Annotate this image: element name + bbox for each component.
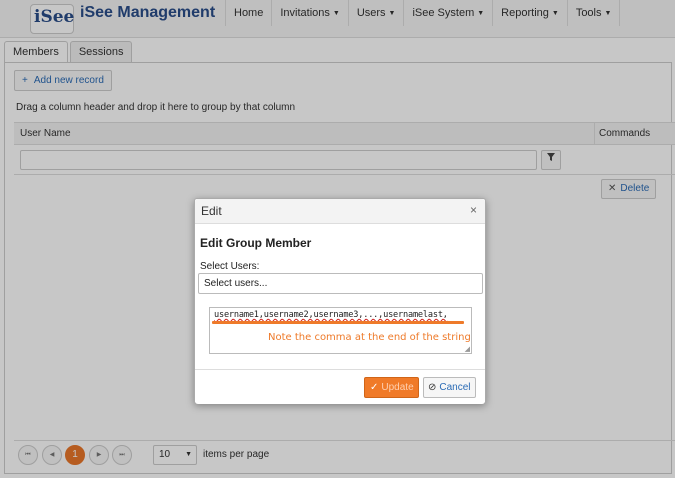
update-button[interactable]: ✓ Update bbox=[364, 377, 419, 398]
update-label: Update bbox=[381, 382, 414, 393]
annotation-note: Note the comma at the end of the string bbox=[268, 332, 471, 343]
close-icon[interactable]: × bbox=[470, 203, 477, 217]
dialog-titlebar[interactable]: Edit × bbox=[195, 199, 485, 224]
usernames-text: username1,username2,username3,...,userna… bbox=[214, 310, 448, 320]
select-users-label: Select Users: bbox=[200, 261, 260, 272]
dialog-heading: Edit Group Member bbox=[200, 236, 312, 250]
check-icon: ✓ bbox=[370, 382, 379, 393]
dialog-title: Edit bbox=[201, 204, 222, 218]
usernames-textarea[interactable]: username1,username2,username3,...,userna… bbox=[209, 307, 472, 354]
dialog-footer: ✓ Update ⊘ Cancel bbox=[195, 369, 485, 404]
resize-grip-icon[interactable]: ◢ bbox=[465, 345, 470, 353]
cancel-icon: ⊘ bbox=[428, 382, 437, 393]
annotation-underline bbox=[212, 321, 464, 324]
select-users-input[interactable]: Select users... bbox=[198, 273, 483, 294]
edit-dialog: Edit × Edit Group Member Select Users: S… bbox=[194, 198, 486, 404]
cancel-button[interactable]: ⊘ Cancel bbox=[423, 377, 476, 398]
cancel-label: Cancel bbox=[439, 382, 471, 393]
